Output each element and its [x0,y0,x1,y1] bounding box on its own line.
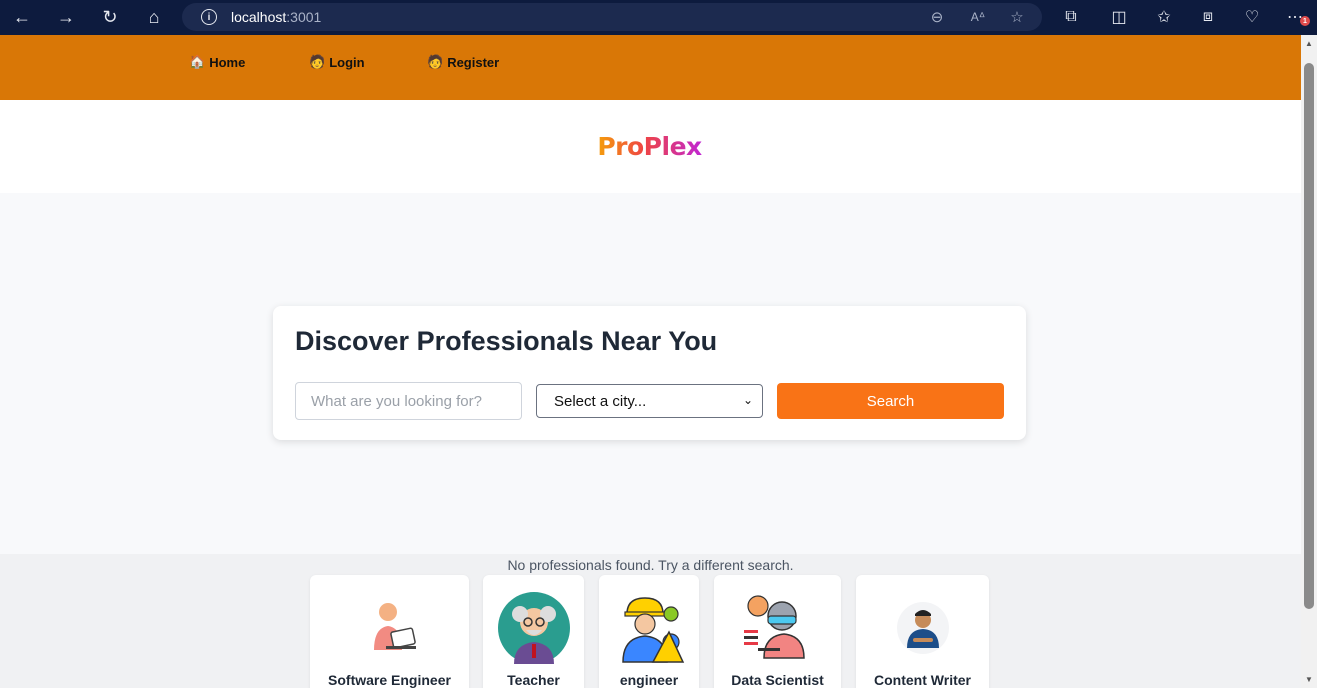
browser-toolbar: ← → ↻ ⌂ i localhost:3001 ⊖ Aᐞ ☆ ⧉ ◫ ✩ ⧈ … [0,0,1317,35]
nav-login-label: Login [329,54,365,70]
search-heading: Discover Professionals Near You [295,326,718,356]
teacher-icon [497,591,571,665]
house-icon: 🏠 [189,54,206,69]
proplex-logo[interactable]: ProPlex [597,132,702,161]
hero-section: Discover Professionals Near You Select a… [0,193,1301,554]
address-bar[interactable]: i localhost:3001 ⊖ Aᐞ ☆ [182,3,1042,31]
nav-login-link[interactable]: 🧑 Login [309,54,365,70]
page-viewport: 🏠 Home 🧑 Login 🧑 Register ProPlex Discov… [0,35,1301,688]
search-card: Discover Professionals Near You Select a… [273,306,1026,440]
zoom-icon[interactable]: ⊖ [928,8,946,26]
category-label: Data Scientist [731,672,824,688]
extensions-icon[interactable]: ⧉ [1060,6,1082,28]
read-aloud-icon[interactable]: Aᐞ [969,8,987,26]
person-icon: 🧑 [427,54,444,69]
reload-icon[interactable]: ↻ [95,2,125,32]
nav-home-link[interactable]: 🏠 Home [189,54,245,70]
search-button[interactable]: Search [777,383,1004,419]
site-info-icon[interactable]: i [201,9,217,25]
page-scrollbar[interactable]: ▲ ▼ [1301,35,1317,688]
forward-icon[interactable]: → [51,2,81,32]
scrollbar-thumb[interactable] [1304,63,1314,609]
category-label: Content Writer [874,672,971,688]
nav-home-label: Home [209,54,246,70]
software-engineer-icon [353,591,427,665]
back-icon[interactable]: ← [7,2,37,32]
browser-essentials-icon[interactable]: ♡ [1241,6,1263,28]
city-select[interactable]: Select a city... ⌄ [536,384,763,418]
data-scientist-icon [741,591,815,665]
category-label: Teacher [507,672,560,688]
category-label: Software Engineer [328,672,451,688]
scroll-up-icon[interactable]: ▲ [1305,39,1313,48]
split-screen-icon[interactable]: ◫ [1108,6,1130,28]
favorite-star-icon[interactable]: ☆ [1008,8,1026,26]
nav-register-link[interactable]: 🧑 Register [427,54,499,70]
top-navigation: 🏠 Home 🧑 Login 🧑 Register [0,35,1301,100]
logo-banner: ProPlex [0,100,1301,193]
notification-badge: 1 [1300,16,1310,26]
chevron-down-icon: ⌄ [742,393,753,407]
home-icon[interactable]: ⌂ [139,2,169,32]
scroll-down-icon[interactable]: ▼ [1305,675,1313,684]
url-text[interactable]: localhost:3001 [231,9,321,25]
category-card-data-scientist[interactable]: Data Scientist [714,575,841,688]
category-label: engineer [619,672,679,688]
category-card-teacher[interactable]: Teacher [483,575,584,688]
favorites-icon[interactable]: ✩ [1153,6,1175,28]
city-select-value: Select a city... [554,392,647,410]
category-card-software-engineer[interactable]: Software Engineer [310,575,469,688]
engineer-icon [612,591,686,665]
search-input[interactable] [295,382,522,420]
results-section: No professionals found. Try a different … [0,554,1301,688]
category-card-content-writer[interactable]: Content Writer [856,575,989,688]
empty-results-message: No professionals found. Try a different … [507,557,794,573]
content-writer-icon [886,591,960,665]
collections-icon[interactable]: ⧈ [1197,6,1219,28]
nav-register-label: Register [447,54,500,70]
person-icon: 🧑 [309,54,326,69]
category-card-engineer[interactable]: engineer [599,575,699,688]
